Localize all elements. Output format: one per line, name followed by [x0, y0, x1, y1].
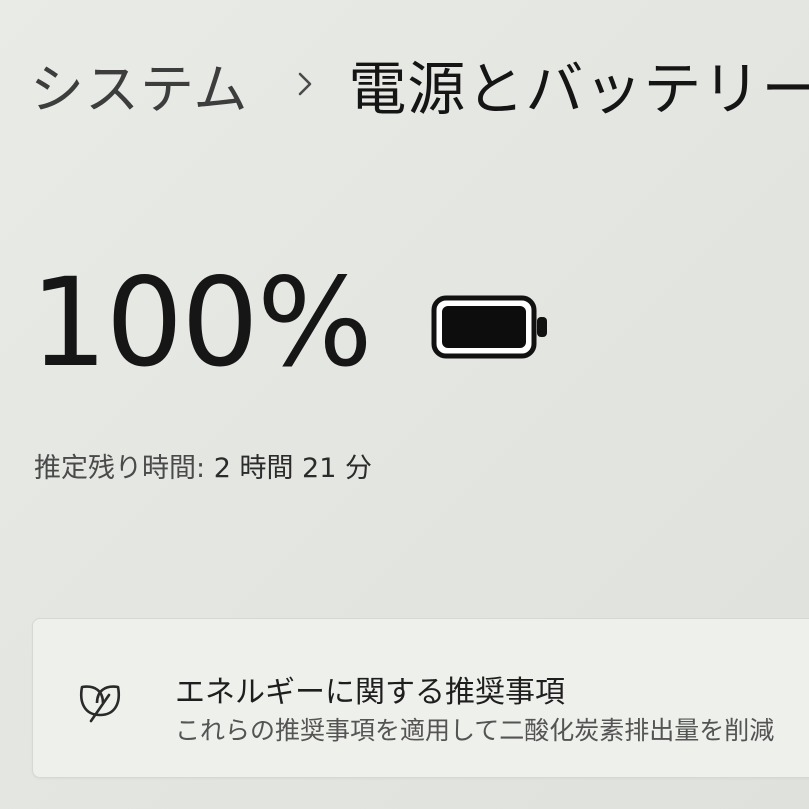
page-title: 電源とバッテリー [348, 55, 809, 123]
breadcrumb: システム 電源とバッテリー [30, 42, 809, 126]
chevron-right-icon [290, 69, 320, 99]
card-title: エネルギーに関する推奨事項 [175, 675, 565, 710]
estimate-value: 2 時間 21 分 [213, 453, 372, 484]
energy-recommendations-card[interactable]: エネルギーに関する推奨事項 これらの推奨事項を適用して二酸化炭素排出量を削減 [32, 618, 809, 778]
battery-full-icon [431, 295, 551, 363]
estimate-label: 推定残り時間: [34, 453, 206, 484]
card-description: これらの推奨事項を適用して二酸化炭素排出量を削減 [175, 716, 775, 745]
breadcrumb-system-link[interactable]: システム [30, 45, 248, 124]
battery-status: 100% [30, 262, 551, 384]
battery-fill-level [441, 306, 526, 348]
battery-percentage: 100% [30, 252, 373, 394]
estimated-time-remaining: 推定残り時間: 2 時間 21 分 [34, 446, 372, 485]
leaf-icon [73, 675, 127, 725]
